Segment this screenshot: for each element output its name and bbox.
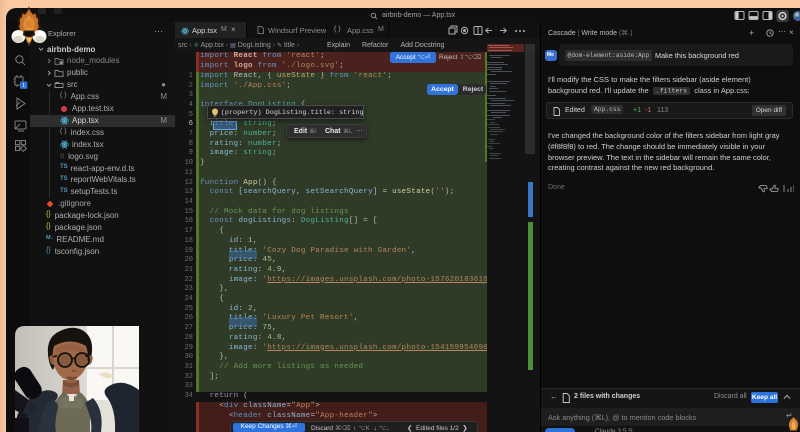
svg-text:1: 1 [22, 83, 25, 89]
